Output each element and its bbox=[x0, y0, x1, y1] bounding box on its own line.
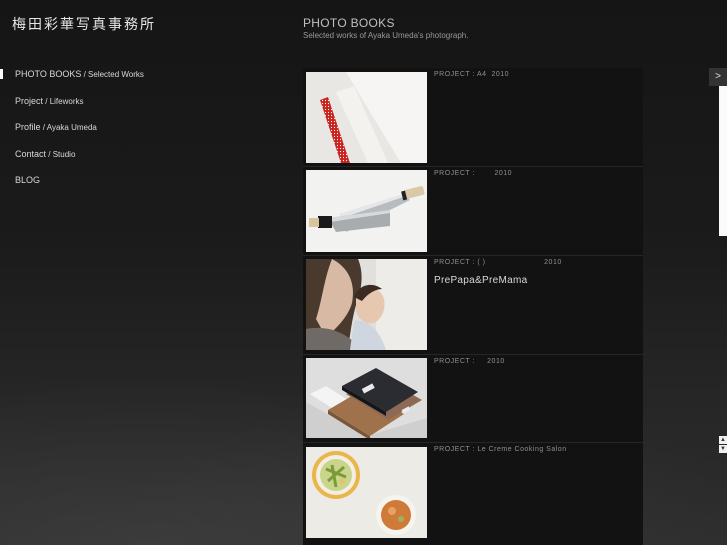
nav-label: PHOTO BOOKS bbox=[15, 69, 82, 79]
project-meta: PROJECT : 2010 bbox=[434, 358, 505, 365]
project-item[interactable]: PROJECT : A4 2010 bbox=[303, 68, 643, 167]
nav-item-project[interactable]: Project / Lifeworks bbox=[0, 95, 144, 122]
project-meta: PROJECT : A4 2010 bbox=[434, 71, 510, 78]
project-thumbnail-food[interactable] bbox=[306, 447, 427, 538]
page-subtitle: Selected works of Ayaka Umeda's photogra… bbox=[303, 31, 469, 40]
project-meta: PROJECT : Le Creme Cooking Salon bbox=[434, 446, 567, 453]
project-item[interactable]: PROJECT : ( ) 2010 PrePapa&PreMama bbox=[303, 256, 643, 355]
page-title: PHOTO BOOKS bbox=[303, 16, 395, 30]
nav-item-contact[interactable]: Contact / Studio bbox=[0, 148, 144, 175]
nav-label: Profile bbox=[15, 122, 41, 132]
project-thumbnail-ribbon[interactable] bbox=[306, 72, 427, 163]
main-nav: PHOTO BOOKS / Selected Works Project / L… bbox=[0, 68, 144, 201]
project-meta: PROJECT : 2010 bbox=[434, 170, 513, 177]
nav-sep: / bbox=[43, 96, 50, 106]
page-header: PHOTO BOOKS Selected works of Ayaka Umed… bbox=[303, 16, 468, 40]
nav-sublabel: Lifeworks bbox=[49, 96, 84, 106]
site-logo[interactable]: 梅田彩華写真事務所 bbox=[12, 14, 156, 34]
scroll-up-button[interactable]: ▲ bbox=[719, 436, 727, 444]
nav-sublabel: Selected Works bbox=[88, 70, 144, 79]
nav-label: BLOG bbox=[15, 175, 41, 185]
scroll-down-button[interactable]: ▼ bbox=[719, 445, 727, 453]
scroll-right-button[interactable]: > bbox=[709, 68, 727, 86]
project-meta: PROJECT : ( ) 2010 bbox=[434, 259, 562, 266]
nav-item-photo-books[interactable]: PHOTO BOOKS / Selected Works bbox=[0, 68, 144, 95]
project-thumbnail-albums[interactable] bbox=[306, 358, 427, 438]
nav-label: Project bbox=[15, 95, 44, 106]
nav-sublabel: Ayaka Umeda bbox=[46, 123, 97, 132]
nav-item-blog[interactable]: BLOG bbox=[0, 174, 144, 201]
nav-sublabel: Studio bbox=[52, 149, 76, 159]
scroll-track[interactable] bbox=[719, 86, 727, 236]
nav-label: Contact bbox=[15, 148, 47, 159]
nav-item-profile[interactable]: Profile / Ayaka Umeda bbox=[0, 121, 144, 148]
project-item[interactable]: PROJECT : 2010 bbox=[303, 355, 643, 443]
project-item[interactable]: PROJECT : 2010 bbox=[303, 167, 643, 256]
project-thumbnail-knives[interactable] bbox=[306, 170, 427, 252]
project-thumbnail-family[interactable] bbox=[306, 259, 427, 350]
project-item[interactable]: PROJECT : Le Creme Cooking Salon bbox=[303, 443, 643, 545]
nav-sep: / bbox=[46, 149, 53, 159]
project-list: PROJECT : A4 2010 PROJECT : 2010 PROJECT… bbox=[303, 68, 643, 545]
project-title: PrePapa&PreMama bbox=[434, 275, 528, 286]
